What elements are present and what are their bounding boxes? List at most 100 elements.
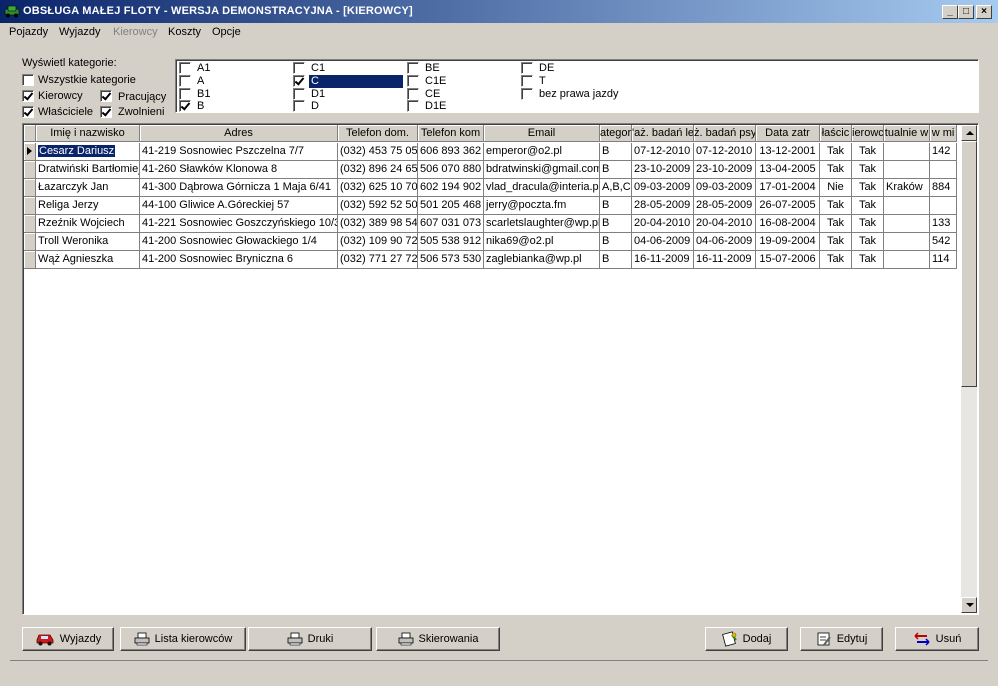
column-header[interactable]: 'aż. badań le <box>632 125 694 142</box>
prints-button[interactable]: Druki <box>248 627 372 651</box>
table-cell[interactable]: 606 893 362 <box>418 143 484 161</box>
table-cell[interactable]: bdratwinski@gmail.com <box>484 161 600 179</box>
title-bar[interactable]: OBSŁUGA MAŁEJ FLOTY - WERSJA DEMONSTRACY… <box>0 0 998 23</box>
dismissed-checkbox[interactable] <box>100 106 112 118</box>
row-indicator[interactable] <box>24 251 36 269</box>
drivers-checkbox[interactable] <box>22 90 34 102</box>
table-cell[interactable]: 41-219 Sosnowiec Pszczelna 7/7 <box>140 143 338 161</box>
table-cell[interactable]: B <box>600 197 632 215</box>
working-checkbox[interactable] <box>100 90 112 102</box>
table-cell[interactable]: vlad_dracula@interia.pl <box>484 179 600 197</box>
table-cell[interactable]: A,B,C <box>600 179 632 197</box>
close-button[interactable]: × <box>976 5 992 19</box>
table-cell[interactable]: 506 573 530 <box>418 251 484 269</box>
table-cell[interactable]: 13-04-2005 <box>756 161 820 179</box>
all-categories-checkbox[interactable] <box>22 74 34 86</box>
all-categories-label[interactable]: Wszystkie kategorie <box>38 74 136 86</box>
table-cell[interactable]: 07-12-2010 <box>632 143 694 161</box>
table-cell[interactable]: 23-10-2009 <box>694 161 756 179</box>
table-cell[interactable]: 607 031 073 <box>418 215 484 233</box>
menu-opcje[interactable]: Opcje <box>212 26 241 38</box>
table-cell[interactable]: Tak <box>852 179 884 197</box>
table-cell[interactable]: 16-11-2009 <box>694 251 756 269</box>
table-cell[interactable]: (032) 625 10 70 <box>338 179 418 197</box>
table-cell[interactable] <box>884 161 930 179</box>
row-indicator[interactable] <box>24 233 36 251</box>
table-cell[interactable]: nika69@o2.pl <box>484 233 600 251</box>
table-cell[interactable]: 09-03-2009 <box>632 179 694 197</box>
row-indicator[interactable] <box>24 161 36 179</box>
table-cell[interactable]: B <box>600 233 632 251</box>
add-button[interactable]: Dodaj <box>705 627 788 651</box>
table-cell[interactable]: 09-03-2009 <box>694 179 756 197</box>
table-cell[interactable]: B <box>600 161 632 179</box>
table-cell[interactable]: Kraków <box>884 179 930 197</box>
row-indicator[interactable] <box>24 179 36 197</box>
row-indicator[interactable] <box>24 197 36 215</box>
vertical-scrollbar[interactable] <box>961 125 977 613</box>
table-cell[interactable]: 20-04-2010 <box>632 215 694 233</box>
table-cell[interactable]: Tak <box>820 161 852 179</box>
minimize-button[interactable]: _ <box>942 5 958 19</box>
table-cell[interactable]: 04-06-2009 <box>632 233 694 251</box>
drivers-list-button[interactable]: Lista kierowców <box>120 627 246 651</box>
table-cell[interactable]: Rzeźnik Wojciech <box>36 215 140 233</box>
row-indicator[interactable] <box>24 215 36 233</box>
referrals-button[interactable]: Skierowania <box>376 627 500 651</box>
table-cell[interactable]: 13-12-2001 <box>756 143 820 161</box>
table-cell[interactable]: 41-300 Dąbrowa Górnicza 1 Maja 6/41 <box>140 179 338 197</box>
maximize-button[interactable]: □ <box>958 5 974 19</box>
table-cell[interactable]: 17-01-2004 <box>756 179 820 197</box>
table-cell[interactable]: 506 070 880 <box>418 161 484 179</box>
table-cell[interactable]: 28-05-2009 <box>694 197 756 215</box>
table-cell[interactable]: Tak <box>852 161 884 179</box>
table-cell[interactable]: B <box>600 143 632 161</box>
table-cell[interactable]: Wąż Agnieszka <box>36 251 140 269</box>
table-cell[interactable]: Tak <box>820 215 852 233</box>
table-cell[interactable]: Tak <box>852 197 884 215</box>
scroll-down-icon[interactable] <box>961 597 977 613</box>
table-cell[interactable]: Troll Weronika <box>36 233 140 251</box>
column-header[interactable]: Telefon dom. <box>338 125 418 142</box>
table-cell[interactable]: Tak <box>852 233 884 251</box>
column-header[interactable]: ategor <box>600 125 632 142</box>
delete-button[interactable]: Usuń <box>895 627 979 651</box>
table-cell[interactable]: B <box>600 215 632 233</box>
table-cell[interactable]: scarletslaughter@wp.pl <box>484 215 600 233</box>
table-cell[interactable]: 505 538 912 <box>418 233 484 251</box>
table-cell[interactable]: 28-05-2009 <box>632 197 694 215</box>
column-header[interactable]: Telefon kom <box>418 125 484 142</box>
column-header[interactable]: Adres <box>140 125 338 142</box>
trips-button[interactable]: Wyjazdy <box>22 627 114 651</box>
table-cell[interactable]: 04-06-2009 <box>694 233 756 251</box>
table-cell[interactable]: 884 <box>930 179 957 197</box>
table-cell[interactable]: 602 194 902 <box>418 179 484 197</box>
column-header[interactable]: ierowc <box>852 125 884 142</box>
table-cell[interactable] <box>930 161 957 179</box>
working-label[interactable]: Pracujący <box>118 91 166 103</box>
current-row-indicator-icon[interactable] <box>24 143 36 161</box>
menu-koszty[interactable]: Koszty <box>168 26 201 38</box>
table-cell[interactable]: 501 205 468 <box>418 197 484 215</box>
table-cell[interactable]: 44-100 Gliwice A.Góreckiej 57 <box>140 197 338 215</box>
table-cell[interactable] <box>884 215 930 233</box>
table-cell[interactable]: 23-10-2009 <box>632 161 694 179</box>
edit-button[interactable]: Edytuj <box>800 627 883 651</box>
table-cell[interactable] <box>930 197 957 215</box>
table-cell[interactable]: 542 <box>930 233 957 251</box>
table-cell[interactable]: 41-260 Sławków Klonowa 8 <box>140 161 338 179</box>
table-cell[interactable]: 142 <box>930 143 957 161</box>
menu-wyjazdy[interactable]: Wyjazdy <box>59 26 100 38</box>
column-header[interactable]: tualnie w <box>884 125 930 142</box>
table-cell[interactable]: Dratwiński Bartłomiej <box>36 161 140 179</box>
column-header[interactable]: w mi <box>930 125 957 142</box>
table-cell[interactable]: Tak <box>852 251 884 269</box>
table-cell[interactable]: 16-11-2009 <box>632 251 694 269</box>
table-cell[interactable]: Nie <box>820 179 852 197</box>
table-cell[interactable]: 114 <box>930 251 957 269</box>
table-cell[interactable]: (032) 109 90 72 <box>338 233 418 251</box>
table-cell[interactable] <box>884 233 930 251</box>
dismissed-label[interactable]: Zwolnieni <box>118 106 164 118</box>
table-cell[interactable]: Cesarz Dariusz <box>36 143 140 161</box>
table-cell[interactable]: Tak <box>820 197 852 215</box>
